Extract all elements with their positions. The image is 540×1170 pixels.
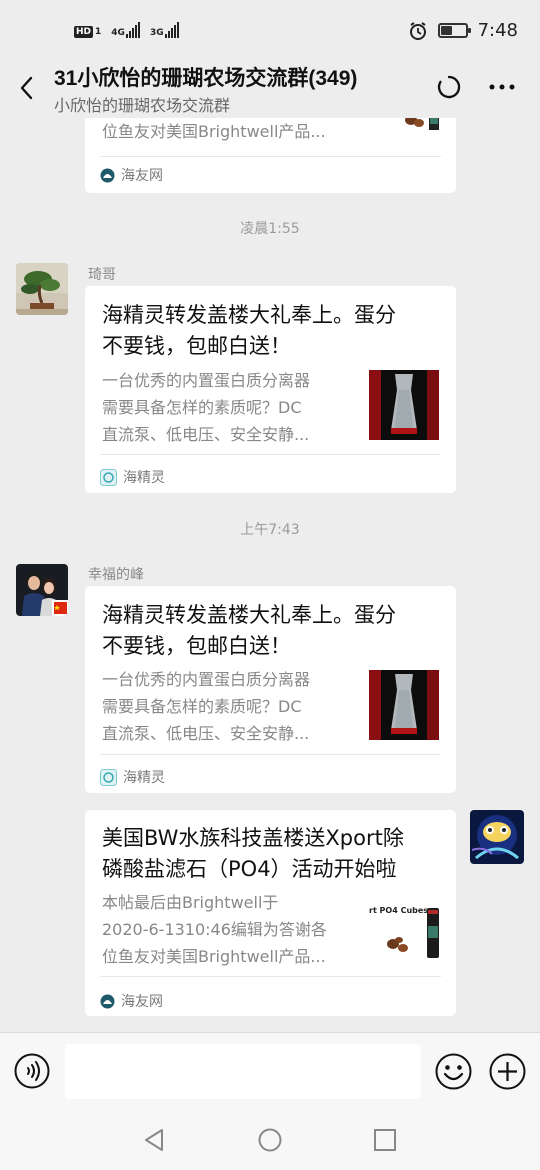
card-title-line: 不要钱，包邮白送！	[102, 634, 291, 658]
message-input[interactable]	[65, 1044, 421, 1099]
card-description-line: 一台优秀的内置蛋白质分离器	[102, 670, 311, 689]
article-card[interactable]: 美国BW水族科技盖楼送Xport除 磷酸盐滤石（PO4）活动开始啦 本帖最后由B…	[85, 810, 456, 1016]
card-description-line: 位鱼友对美国Brightwell产品...	[102, 947, 326, 966]
card-source-label: 海精灵	[123, 470, 165, 486]
card-divider	[100, 454, 441, 455]
signal-bars-icon	[125, 22, 140, 38]
card-title: 海精灵转发盖楼大礼奉上。蛋分 不要钱，包邮白送！	[102, 300, 396, 362]
card-description: 位鱼友对美国Brightwell产品...	[102, 118, 326, 145]
card-title-line: 海精灵转发盖楼大礼奉上。蛋分	[102, 303, 396, 327]
card-title: 海精灵转发盖楼大礼奉上。蛋分 不要钱，包邮白送！	[102, 600, 396, 662]
card-title-line: 磷酸盐滤石（PO4）活动开始啦	[102, 857, 397, 881]
card-description-line: 一台优秀的内置蛋白质分离器	[102, 371, 311, 390]
hd-badge: HD	[74, 26, 94, 38]
card-source-label: 海友网	[121, 994, 163, 1010]
card-title-line: 不要钱，包邮白送！	[102, 334, 291, 358]
card-description-line: 需要具备怎样的素质呢？DC	[102, 398, 302, 417]
chat-messages[interactable]: 位鱼友对美国Brightwell产品... 海友网 凌晨1:55 琦哥 海精灵转…	[0, 118, 540, 1032]
haijingling-logo-icon	[100, 768, 117, 786]
status-left: HD 1 4G 3G	[74, 22, 179, 38]
card-description-line: 2020-6-1310:46编辑为答谢各	[102, 920, 327, 939]
card-description-line: 位鱼友对美国Brightwell产品...	[102, 122, 326, 141]
haijingling-logo-icon	[100, 468, 117, 486]
system-nav-bar	[0, 1112, 540, 1170]
battery-fill	[440, 26, 452, 35]
sender-name: 幸福的峰	[88, 567, 144, 583]
card-source: 海精灵	[100, 767, 165, 787]
nav-back-icon[interactable]	[142, 1127, 168, 1153]
alarm-icon	[409, 21, 426, 40]
network-label-4g: 4G	[111, 28, 125, 38]
signal-bars-icon	[164, 22, 179, 38]
card-description: 一台优秀的内置蛋白质分离器 需要具备怎样的素质呢？DC 直流泵、低电压、安全安静…	[102, 666, 310, 747]
couple-avatar[interactable]	[16, 564, 68, 616]
card-source: 海友网	[100, 165, 163, 185]
status-bar: HD 1 4G 3G 7:48	[0, 0, 540, 62]
card-divider	[100, 156, 441, 157]
card-description-line: 直流泵、低电压、安全安静...	[102, 724, 310, 743]
card-thumbnail	[369, 370, 439, 440]
card-title: 美国BW水族科技盖楼送Xport除 磷酸盐滤石（PO4）活动开始啦	[102, 823, 404, 885]
card-description: 本帖最后由Brightwell于 2020-6-1310:46编辑为答谢各 位鱼…	[102, 889, 327, 970]
timestamp: 凌晨1:55	[240, 221, 300, 237]
chat-header: 31小欣怡的珊瑚农场交流群(349) 小欣怡的珊瑚农场交流群	[0, 62, 540, 118]
card-thumbnail	[369, 670, 439, 740]
status-right: 7:48	[408, 20, 518, 41]
chat-subtitle: 小欣怡的珊瑚农场交流群	[54, 96, 231, 115]
timestamp: 上午7:43	[240, 522, 300, 538]
bonsai-avatar[interactable]	[16, 263, 68, 315]
article-card[interactable]: 海精灵转发盖楼大礼奉上。蛋分 不要钱，包邮白送！ 一台优秀的内置蛋白质分离器 需…	[85, 586, 456, 793]
sender-name: 琦哥	[88, 267, 116, 283]
card-description-line: 直流泵、低电压、安全安静...	[102, 425, 310, 444]
more-dots-icon[interactable]	[488, 74, 516, 100]
plus-icon[interactable]	[489, 1053, 526, 1090]
card-source-label: 海精灵	[123, 770, 165, 786]
chat-title: 31小欣怡的珊瑚农场交流群(349)	[54, 67, 358, 90]
self-avatar[interactable]	[470, 810, 524, 864]
nav-recent-icon[interactable]	[372, 1127, 398, 1153]
card-divider	[100, 754, 441, 755]
card-thumbnail	[397, 118, 441, 130]
back-arrow-icon[interactable]	[14, 74, 42, 102]
article-card[interactable]: 位鱼友对美国Brightwell产品... 海友网	[85, 118, 456, 193]
card-description-line: 本帖最后由Brightwell于	[102, 893, 279, 912]
article-card[interactable]: 海精灵转发盖楼大礼奉上。蛋分 不要钱，包邮白送！ 一台优秀的内置蛋白质分离器 需…	[85, 286, 456, 493]
card-title-line: 美国BW水族科技盖楼送Xport除	[102, 826, 404, 850]
haiyou-logo-icon	[100, 168, 115, 182]
card-description: 一台优秀的内置蛋白质分离器 需要具备怎样的素质呢？DC 直流泵、低电压、安全安静…	[102, 367, 310, 448]
card-divider	[100, 976, 441, 977]
haiyou-logo-icon	[100, 994, 115, 1008]
card-description-line: 需要具备怎样的素质呢？DC	[102, 697, 302, 716]
status-time: 7:48	[477, 20, 518, 41]
nav-home-icon[interactable]	[257, 1127, 283, 1153]
voice-icon[interactable]	[14, 1053, 50, 1089]
card-thumbnail: rt PO4 Cubes	[369, 900, 441, 960]
card-title-line: 海精灵转发盖楼大礼奉上。蛋分	[102, 603, 396, 627]
hd-number: 1	[95, 27, 102, 37]
card-source: 海友网	[100, 991, 163, 1011]
card-source: 海精灵	[100, 467, 165, 487]
emoji-icon[interactable]	[435, 1053, 472, 1090]
input-bar	[0, 1032, 540, 1112]
refresh-circle-icon[interactable]	[436, 74, 462, 100]
battery-icon	[437, 23, 471, 38]
network-label-3g: 3G	[149, 28, 164, 38]
card-source-label: 海友网	[121, 168, 163, 184]
